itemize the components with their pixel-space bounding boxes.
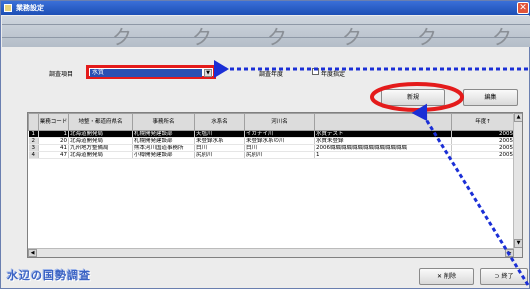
cell-river: イガナイ川: [244, 130, 315, 138]
cell-office: 小樽開発建設部: [132, 151, 195, 159]
cell-year: 2005: [451, 151, 515, 159]
app-logo: 水辺の国勢調査: [7, 269, 91, 282]
cell-name: 水質未登録: [314, 137, 452, 145]
condition-label: 調査年度: [259, 71, 284, 78]
survey-item-select[interactable]: 水質 ▼: [86, 65, 216, 79]
table-row[interactable]: 1 1 北海道開発局 札幌開発建設部 天塩川 イガナイ川 水質テスト 2005: [28, 130, 515, 138]
scroll-left-icon[interactable]: ◀: [28, 249, 37, 257]
cell-system: 未登録水系: [194, 137, 245, 145]
cell-name: 1: [314, 151, 452, 159]
checkbox-label: 年度指定: [321, 71, 346, 78]
cell-year: 2005: [451, 137, 515, 145]
business-settings-window: 業務設定 ✕ ク ク ク ク ク ク 調査項目 水質 ▼ 調査年度 年度指定 新…: [0, 0, 530, 289]
year-checkbox[interactable]: [312, 68, 319, 75]
column-header[interactable]: 業務コード: [38, 113, 69, 131]
cell-region: 北海道開発局: [68, 137, 133, 145]
title-bar: 業務設定 ✕: [1, 1, 530, 15]
scroll-right-icon[interactable]: ▶: [505, 249, 514, 257]
business-table-grid: 業務コード 地整・都道府県名 事務所名 水系名 河川名 年度↑ 1 1 北海道開…: [28, 113, 515, 159]
banner-swirl-icon: ク: [267, 25, 287, 49]
cell-name: 2006職職職職職職職職職職職職職職: [314, 144, 452, 152]
column-header[interactable]: 事務所名: [132, 113, 195, 131]
banner-line: [2, 24, 530, 25]
close-window-button[interactable]: ✕: [517, 2, 529, 14]
cell-code: 20: [38, 137, 69, 145]
cell-code: 1: [38, 130, 69, 138]
column-header[interactable]: 年度↑: [451, 113, 515, 131]
column-header[interactable]: 水系名: [194, 113, 245, 131]
table-row[interactable]: 4 47 北海道開発局 小樽開発建設部 尻別川 尻別川 1 2005: [28, 151, 515, 159]
cell-system: 白川: [194, 144, 245, 152]
delete-button[interactable]: ✕ 削除: [419, 268, 474, 285]
table-row[interactable]: 3 41 九州地方整備局 熊本河川国道事務所 白川 白川 2006職職職職職職職…: [28, 144, 515, 152]
row-number: 3: [28, 144, 39, 152]
survey-item-label: 調査項目: [49, 71, 74, 78]
cell-code: 47: [38, 151, 69, 159]
cell-river: 尻別川: [244, 151, 315, 159]
new-button[interactable]: 新規: [381, 89, 445, 106]
horizontal-scrollbar[interactable]: ◀ ▶: [28, 248, 514, 257]
banner-swirl-icon: ク: [492, 25, 512, 49]
scroll-down-icon[interactable]: ▼: [514, 239, 522, 248]
survey-item-value: 水質: [90, 69, 202, 77]
column-header[interactable]: [314, 113, 452, 131]
cell-river: 白川: [244, 144, 315, 152]
exit-button[interactable]: ⊃ 終了: [480, 268, 528, 285]
business-table: 業務コード 地整・都道府県名 事務所名 水系名 河川名 年度↑ 1 1 北海道開…: [27, 112, 523, 258]
cell-system: 天塩川: [194, 130, 245, 138]
chevron-down-icon[interactable]: ▼: [204, 69, 212, 77]
column-header[interactable]: 河川名: [244, 113, 315, 131]
cell-region: 北海道開発局: [68, 151, 133, 159]
window-title: 業務設定: [16, 4, 44, 12]
app-icon: [4, 4, 12, 12]
cell-name: 水質テスト: [314, 130, 452, 138]
row-number: 4: [28, 151, 39, 159]
column-header[interactable]: 地整・都道府県名: [68, 113, 133, 131]
edit-button[interactable]: 編集: [463, 89, 518, 106]
cell-office: 札幌開発建設部: [132, 130, 195, 138]
cell-office: 熊本河川国道事務所: [132, 144, 195, 152]
table-header-row: 業務コード 地整・都道府県名 事務所名 水系名 河川名 年度↑: [28, 113, 515, 131]
banner-swirl-icon: ク: [417, 25, 437, 49]
row-number: 2: [28, 137, 39, 145]
banner-swirl-icon: ク: [112, 25, 132, 49]
row-number: 1: [28, 130, 39, 138]
cell-code: 41: [38, 144, 69, 152]
cell-system: 尻別川: [194, 151, 245, 159]
table-row[interactable]: 2 20 北海道開発局 札幌開発建設部 未登録水系 未登録水系の川 水質未登録 …: [28, 137, 515, 145]
cell-region: 九州地方整備局: [68, 144, 133, 152]
cell-year: 2005: [451, 130, 515, 138]
cell-region: 北海道開発局: [68, 130, 133, 138]
header-banner: ク ク ク ク ク ク: [2, 16, 530, 49]
scroll-up-icon[interactable]: ▲: [514, 113, 522, 122]
vertical-scrollbar[interactable]: ▲ ▼: [513, 113, 522, 257]
cell-year: 2005: [451, 144, 515, 152]
cell-office: 札幌開発建設部: [132, 137, 195, 145]
cell-river: 未登録水系の川: [244, 137, 315, 145]
row-number-header: [28, 113, 39, 131]
banner-swirl-icon: ク: [342, 25, 362, 49]
banner-swirl-icon: ク: [192, 25, 212, 49]
banner-line: [2, 37, 530, 38]
